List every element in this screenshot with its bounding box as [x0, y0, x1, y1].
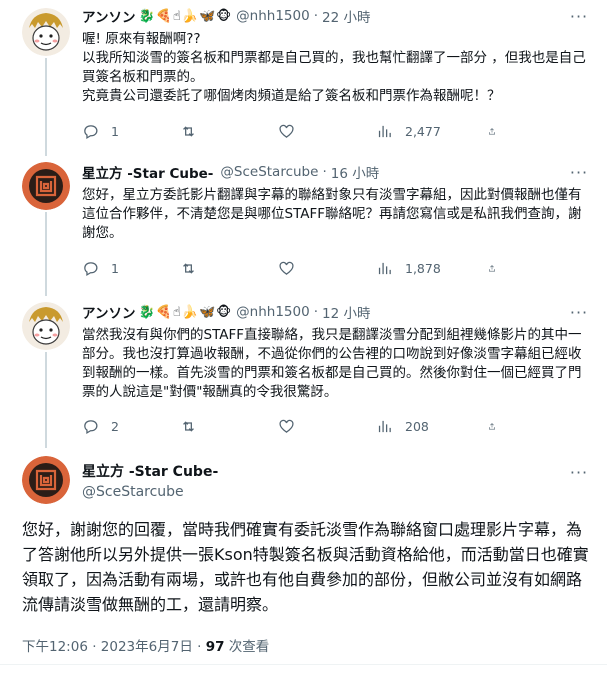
main-tweet-text: 您好，謝謝您的回覆，當時我們確實有委託淡雪作為聯絡窗口處理影片字幕，為了答謝他所… [22, 520, 589, 614]
tweet-actions: 1 2,477 [82, 121, 592, 141]
views-count: 2,477 [405, 123, 441, 139]
main-tweet-author: 星立方 -Star Cube- @SceStarcube [82, 462, 218, 502]
like-button[interactable] [278, 121, 376, 141]
pizza-emoji: 🍕 [155, 8, 172, 24]
retweet-icon [183, 125, 194, 137]
thread-connector [45, 58, 47, 156]
separator: · [313, 8, 318, 24]
pizza-emoji: 🍕 [155, 304, 172, 320]
banana-emoji: 🍌 [181, 8, 198, 24]
tweet-actions: 2 208 [82, 416, 592, 436]
user-handle[interactable]: @nhh1500 [236, 304, 310, 320]
share-button[interactable] [488, 121, 508, 141]
share-icon [489, 264, 495, 271]
timestamp[interactable]: 12 小時 [322, 302, 370, 322]
dragon-emoji: 🐉 [138, 8, 155, 24]
share-button[interactable] [488, 258, 508, 278]
reply-icon [84, 124, 98, 139]
display-name[interactable]: 星立方 -Star Cube- [82, 162, 213, 182]
views-button[interactable]: 1,878 [376, 258, 474, 278]
tweet-text: 當然我沒有與你們的STAFF直接聯絡，我只是翻譯淡雪分配到組裡幾條影片的其中一部… [82, 327, 582, 400]
reply-button[interactable]: 2 [82, 416, 180, 436]
tweet-header: アンソン 🐉 🍕 ☝ 🍌 🦋 🐵 @nhh1500 · 12 小時 [82, 302, 593, 322]
share-icon [489, 422, 495, 429]
user-handle[interactable]: @SceStarcube [82, 482, 218, 502]
like-button[interactable] [278, 258, 376, 278]
views-icon [378, 420, 391, 432]
retweet-icon [183, 262, 194, 274]
more-icon[interactable]: ··· [565, 302, 593, 322]
like-button[interactable] [278, 416, 376, 436]
post-timestamp[interactable]: 下午12:06 · 2023年6月7日 · [22, 639, 206, 655]
butterfly-emoji: 🦋 [198, 8, 216, 24]
views-icon [378, 262, 391, 274]
more-icon[interactable]: ··· [565, 162, 593, 182]
retweet-icon [183, 420, 194, 432]
views-button[interactable]: 208 [376, 416, 474, 436]
tweet-actions: 1 1,878 [82, 258, 592, 278]
more-icon[interactable]: ··· [565, 6, 593, 26]
views-count: 1,878 [405, 260, 441, 276]
share-button[interactable] [488, 416, 508, 436]
avatar[interactable] [22, 8, 70, 56]
like-icon [279, 419, 294, 433]
separator: · [313, 304, 318, 320]
reply-icon [84, 261, 98, 276]
views-button[interactable]: 2,477 [376, 121, 474, 141]
timestamp[interactable]: 22 小時 [322, 6, 370, 26]
views-count: 208 [405, 418, 429, 434]
reply-icon [84, 419, 98, 434]
display-name[interactable]: アンソン [82, 302, 135, 322]
user-handle[interactable]: @nhh1500 [236, 8, 310, 24]
tweet-text: 喔! 原來有報酬啊?? 以我所知淡雪的簽名板和門票都是自己買的，我也幫忙翻譯了一… [82, 31, 586, 104]
separator: · [322, 164, 327, 180]
reply-count: 1 [111, 123, 119, 139]
thread-connector [45, 212, 47, 296]
conversation-thread: アンソン 🐉 🍕 ☝ 🍌 🦋 🐵 @nhh1500 · 22 小時 ··· 喔!… [0, 0, 607, 682]
tweet-header: アンソン 🐉 🍕 ☝ 🍌 🦋 🐵 @nhh1500 · 22 小時 [82, 6, 593, 26]
divider [0, 664, 607, 665]
point-up-emoji: ☝ [172, 304, 181, 320]
point-up-emoji: ☝ [172, 8, 181, 24]
dragon-emoji: 🐉 [138, 304, 155, 320]
monkey-emoji: 🐵 [216, 8, 232, 24]
butterfly-emoji: 🦋 [198, 304, 216, 320]
more-icon[interactable]: ··· [565, 462, 593, 482]
reply-count: 2 [111, 418, 119, 434]
reply-count: 1 [111, 260, 119, 276]
reply-button[interactable]: 1 [82, 121, 180, 141]
retweet-button[interactable] [180, 121, 278, 141]
tweet-header: 星立方 -Star Cube- @SceStarcube · 16 小時 [82, 162, 593, 182]
retweet-button[interactable] [180, 416, 278, 436]
avatar[interactable] [22, 302, 70, 350]
views-count: 97 [205, 639, 225, 655]
thread-connector [45, 352, 47, 448]
retweet-button[interactable] [180, 258, 278, 278]
avatar[interactable] [22, 162, 70, 210]
tweet-metadata: 下午12:06 · 2023年6月7日 · 97 次查看 [22, 635, 269, 655]
views-icon [378, 125, 391, 137]
views-label: 次查看 [224, 639, 270, 655]
reply-button[interactable]: 1 [82, 258, 180, 278]
like-icon [279, 261, 294, 275]
share-icon [489, 127, 495, 134]
tweet-text: 您好，星立方委託影片翻譯與字幕的聯絡對象只有淡雪字幕組，因此對價報酬也僅有這位合… [82, 187, 582, 241]
monkey-emoji: 🐵 [216, 304, 232, 320]
user-handle[interactable]: @SceStarcube [220, 164, 318, 180]
timestamp[interactable]: 16 小時 [331, 162, 379, 182]
avatar[interactable] [22, 456, 70, 504]
display-name[interactable]: 星立方 -Star Cube- [82, 462, 218, 482]
like-icon [279, 124, 294, 138]
banana-emoji: 🍌 [181, 304, 198, 320]
display-name[interactable]: アンソン [82, 6, 135, 26]
